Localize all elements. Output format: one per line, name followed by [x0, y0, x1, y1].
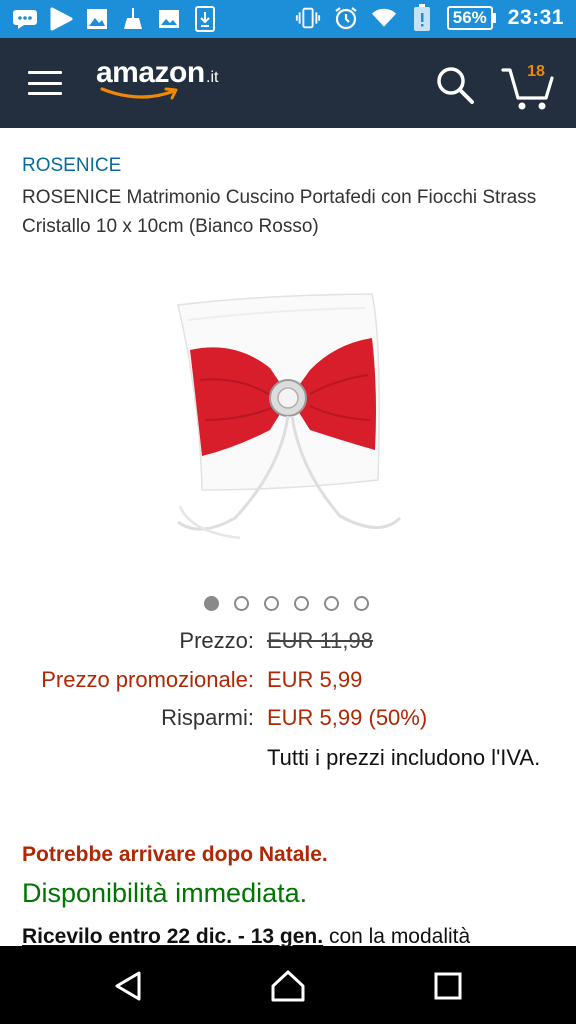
wifi-icon [371, 5, 397, 31]
alarm-icon [333, 5, 359, 31]
cart-icon[interactable]: 18 [500, 60, 560, 112]
recents-icon[interactable] [428, 968, 468, 1004]
logo-text: amazon [96, 56, 205, 89]
availability-status: Disponibilità immediata. [22, 878, 308, 908]
promo-price-label: Prezzo promozionale: [41, 667, 254, 692]
status-bar: 56% 23:31 [0, 0, 576, 38]
battery-icon: 56% [446, 4, 496, 32]
saving-label: Risparmi: [161, 705, 254, 730]
smile-arrow-icon [100, 87, 178, 100]
app-header: amazon .it 18 [0, 38, 576, 128]
carousel-dot[interactable] [234, 596, 249, 611]
image-icon [84, 6, 110, 32]
download-icon [192, 6, 218, 32]
chat-icon [12, 6, 38, 32]
product-title: ROSENICE Matrimonio Cuscino Portafedi co… [22, 187, 537, 237]
photo-icon [156, 6, 182, 32]
saving-value: EUR 5,99 (50%) [267, 705, 428, 730]
clock: 23:31 [507, 6, 564, 29]
home-icon[interactable] [268, 968, 308, 1004]
list-price-label: Prezzo: [179, 628, 254, 653]
carousel-dot[interactable] [294, 596, 309, 611]
battery-alert-icon [409, 4, 435, 31]
delivery-suffix: con la modalità [323, 925, 471, 948]
image-carousel-dots [204, 596, 369, 611]
promo-price-value: EUR 5,99 [267, 667, 363, 692]
carousel-dot[interactable] [354, 596, 369, 611]
delivery-dates: Ricevilo entro 22 dic. - 13 gen. [22, 925, 324, 948]
product-image[interactable] [160, 280, 420, 550]
logo-tld: .it [206, 69, 219, 86]
vibrate-icon [295, 5, 321, 31]
notification-icons [12, 6, 218, 32]
carousel-dot[interactable] [324, 596, 339, 611]
back-icon[interactable] [108, 968, 148, 1004]
cart-count: 18 [527, 63, 545, 80]
carousel-dot[interactable] [204, 596, 219, 611]
brand-link[interactable]: ROSENICE [22, 155, 121, 177]
search-icon[interactable] [432, 62, 478, 108]
system-icons: 56% 23:31 [295, 4, 564, 32]
battery-level: 56% [446, 6, 493, 30]
delivery-warning: Potrebbe arrivare dopo Natale. [22, 843, 328, 866]
hamburger-menu-icon[interactable] [22, 64, 68, 102]
carousel-dot[interactable] [264, 596, 279, 611]
list-price-value: EUR 11,98 [267, 628, 373, 653]
broom-icon [120, 6, 146, 32]
vat-note: Tutti i prezzi includono l'IVA. [267, 745, 541, 770]
play-icon [48, 6, 74, 32]
amazon-logo[interactable]: amazon .it [96, 56, 236, 106]
navigation-bar [0, 946, 576, 1024]
